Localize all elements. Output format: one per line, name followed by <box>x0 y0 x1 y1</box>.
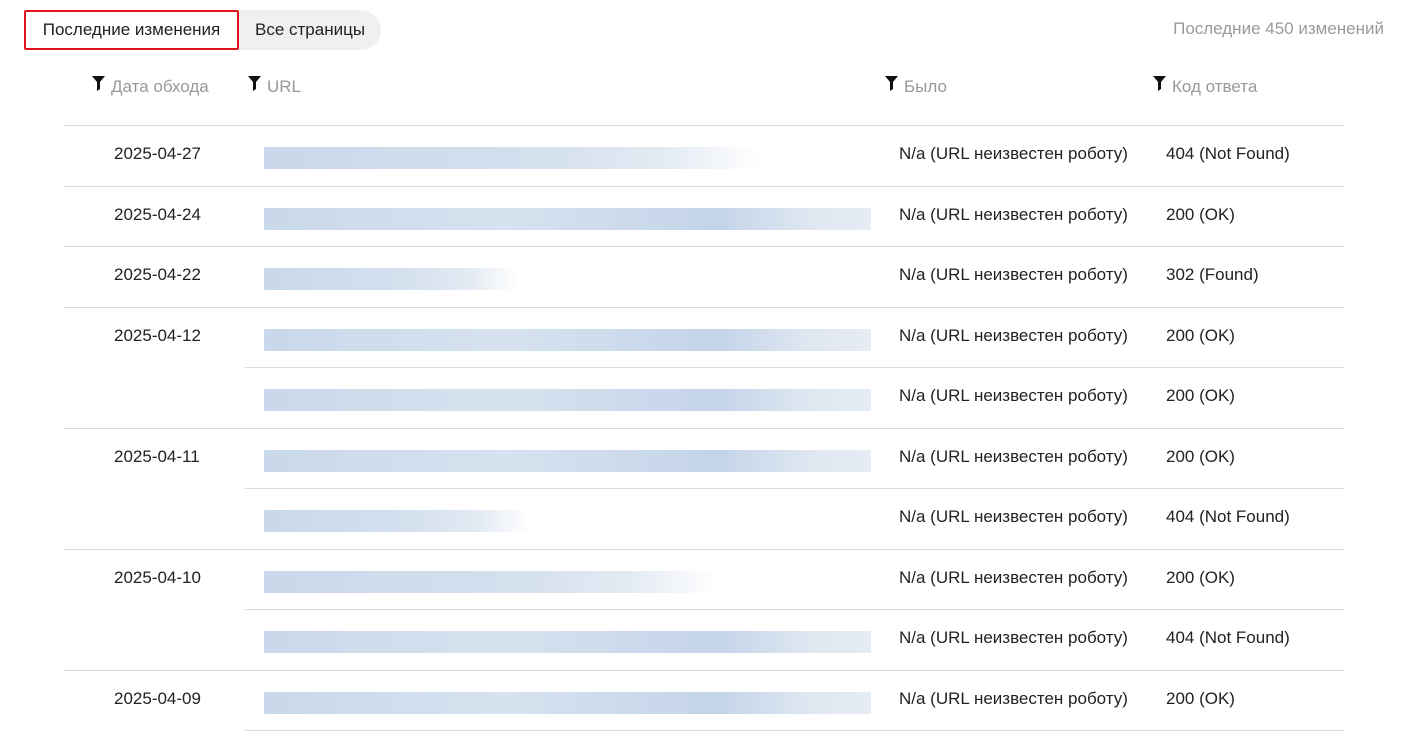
column-header-previous[interactable]: Было <box>885 75 947 98</box>
filter-icon[interactable] <box>1153 75 1166 91</box>
url-link-redacted[interactable] <box>264 389 871 411</box>
column-header-date-label: Дата обхода <box>111 77 209 96</box>
response-code: 404 (Not Found) <box>1166 144 1290 163</box>
filter-icon[interactable] <box>92 75 105 91</box>
url-link-redacted[interactable] <box>264 147 762 169</box>
response-code: 200 (OK) <box>1166 568 1235 587</box>
column-header-url[interactable]: URL <box>248 75 302 98</box>
previous-status: N/a (URL неизвестен роботу) <box>899 326 1128 345</box>
crawl-date: 2025-04-24 <box>114 205 201 224</box>
crawl-date: 2025-04-11 <box>114 447 200 466</box>
row-divider <box>64 186 1344 187</box>
row-divider <box>64 246 1344 247</box>
tab-recent-changes[interactable]: Последние изменения <box>24 10 239 50</box>
response-code: 200 (OK) <box>1166 386 1235 405</box>
crawl-date: 2025-04-09 <box>114 689 201 708</box>
url-link-redacted[interactable] <box>264 510 531 532</box>
url-link-redacted[interactable] <box>264 450 871 472</box>
column-header-previous-label: Было <box>904 77 947 96</box>
crawl-date: 2025-04-12 <box>114 326 201 345</box>
row-divider <box>64 549 1344 550</box>
row-divider <box>64 428 1344 429</box>
crawl-date: 2025-04-10 <box>114 568 201 587</box>
response-code: 200 (OK) <box>1166 447 1235 466</box>
row-divider <box>245 367 1344 368</box>
row-divider <box>64 307 1344 308</box>
crawl-date: 2025-04-27 <box>114 144 201 163</box>
url-link-redacted[interactable] <box>264 268 519 290</box>
previous-status: N/a (URL неизвестен роботу) <box>899 568 1128 587</box>
previous-status: N/a (URL неизвестен роботу) <box>899 628 1128 647</box>
changes-count: Последние 450 изменений <box>1173 19 1384 38</box>
tab-switcher: Последние изменения Все страницы <box>24 10 382 50</box>
response-code: 200 (OK) <box>1166 689 1235 708</box>
column-header-response-code[interactable]: Код ответа <box>1153 75 1258 98</box>
previous-status: N/a (URL неизвестен роботу) <box>899 386 1128 405</box>
url-link-redacted[interactable] <box>264 208 871 230</box>
response-code: 200 (OK) <box>1166 326 1235 345</box>
url-link-redacted[interactable] <box>264 571 719 593</box>
previous-status: N/a (URL неизвестен роботу) <box>899 447 1128 466</box>
previous-status: N/a (URL неизвестен роботу) <box>899 144 1128 163</box>
url-link-redacted[interactable] <box>264 329 871 351</box>
url-link-redacted[interactable] <box>264 631 871 653</box>
row-divider <box>64 125 1344 126</box>
previous-status: N/a (URL неизвестен роботу) <box>899 265 1128 284</box>
row-divider <box>245 609 1344 610</box>
column-header-response-code-label: Код ответа <box>1172 77 1258 96</box>
filter-icon[interactable] <box>885 75 898 91</box>
row-divider <box>64 670 1344 671</box>
tab-all-pages[interactable]: Все страницы <box>239 10 381 50</box>
row-divider <box>245 730 1344 731</box>
filter-icon[interactable] <box>248 75 261 91</box>
previous-status: N/a (URL неизвестен роботу) <box>899 507 1128 526</box>
row-divider <box>245 488 1344 489</box>
column-header-date[interactable]: Дата обхода <box>92 75 209 98</box>
crawl-date: 2025-04-22 <box>114 265 201 284</box>
previous-status: N/a (URL неизвестен роботу) <box>899 205 1128 224</box>
previous-status: N/a (URL неизвестен роботу) <box>899 689 1128 708</box>
url-link-redacted[interactable] <box>264 692 871 714</box>
column-header-url-label: URL <box>267 77 302 96</box>
response-code: 200 (OK) <box>1166 205 1235 224</box>
response-code: 404 (Not Found) <box>1166 628 1290 647</box>
response-code: 404 (Not Found) <box>1166 507 1290 526</box>
response-code: 302 (Found) <box>1166 265 1259 284</box>
